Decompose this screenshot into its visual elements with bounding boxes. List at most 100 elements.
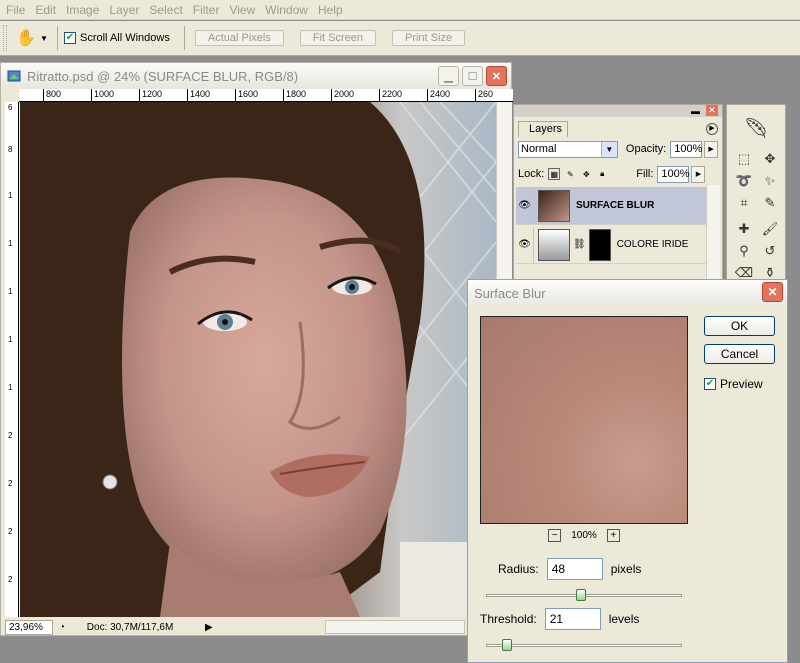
menu-view[interactable]: View [225,3,261,17]
lock-transparency-icon[interactable]: ▦ [548,168,561,180]
zoom-in-button[interactable]: + [606,528,620,542]
threshold-slider-thumb[interactable] [502,639,512,651]
document-title: Ritratto.psd @ 24% (SURFACE BLUR, RGB/8) [27,68,299,84]
threshold-unit: levels [608,612,640,626]
move-tool-icon[interactable]: ✥ [759,149,781,169]
fill-field[interactable]: 100% [657,165,690,183]
actual-pixels-button[interactable]: Actual Pixels [194,30,284,46]
radius-slider[interactable] [486,589,682,601]
menu-filter[interactable]: Filter [189,3,226,17]
panel-menu-icon[interactable]: ▶ [706,123,718,135]
layers-scrollbar[interactable] [706,185,720,285]
crop-tool-icon[interactable]: ⌗ [733,193,755,213]
ruler-vertical-ticks: 6 8 1 1 1 1 1 2 2 2 2 [8,103,13,584]
document-title-bar[interactable]: Ritratto.psd @ 24% (SURFACE BLUR, RGB/8)… [1,63,511,89]
scroll-all-windows-checkbox[interactable]: ✔ [64,32,76,44]
dialog-title: Surface Blur [474,285,546,301]
options-bar: ✋ ▼ ✔ Scroll All Windows Actual Pixels Fi… [0,21,800,56]
close-button[interactable]: ✕ [486,66,507,86]
history-brush-icon[interactable]: ↺ [759,241,781,261]
radius-input[interactable]: 48 [546,558,603,580]
ruler-label: 6 [8,103,13,112]
clone-stamp-icon[interactable]: ⚲ [733,241,755,261]
ruler-horizontal[interactable]: 800 1000 1200 1400 1600 1800 2000 2200 2… [19,89,513,102]
zoom-out-button[interactable]: − [548,528,562,542]
mask-thumbnail[interactable] [588,228,611,261]
menu-file[interactable]: File [2,3,31,17]
dialog-close-button[interactable]: ✕ [762,282,783,302]
menu-help[interactable]: Help [314,3,349,17]
dialog-title-bar[interactable]: Surface Blur ✕ [468,280,787,306]
opacity-label: Opacity: [625,143,667,155]
marquee-tool-icon[interactable]: ⬚ [733,149,755,169]
tab-layers[interactable]: Layers [518,121,568,137]
lock-all-icon[interactable]: 🔒︎ [596,168,608,180]
maximize-button[interactable]: ☐ [462,66,483,86]
brush-tool-icon[interactable]: 🖌︎ [759,219,781,239]
healing-brush-icon[interactable]: ✚ [733,219,755,239]
fit-screen-button[interactable]: Fit Screen [299,30,376,46]
preview-checkbox[interactable]: ✔ [704,378,716,390]
layers-panel-header[interactable]: ▬ ✕ [514,105,722,117]
menu-image[interactable]: Image [62,3,105,17]
filter-preview[interactable] [480,316,688,524]
document-horizontal-scrollbar[interactable] [325,620,465,634]
ruler-label: 1800 [283,89,306,101]
ruler-label: 260 [475,89,493,101]
lock-move-icon[interactable]: ✥ [580,168,592,180]
chain-link-icon[interactable]: ⛓ [573,239,586,250]
status-arrow-icon[interactable]: ▶ [205,622,213,633]
adjustment-thumbnail [538,228,570,261]
eye-icon[interactable]: 👁︎ [516,226,534,263]
opacity-slider-button[interactable]: ▶ [704,140,718,158]
ruler-label: 2 [8,527,13,536]
preview-zoom-level: 100% [571,529,597,541]
magic-wand-icon[interactable]: ✨︎ [759,171,781,191]
doc-size-info[interactable]: Doc: 30,7M/117,6M [65,622,195,633]
fill-label: Fill: [636,168,654,180]
minimize-button[interactable]: ▁ [438,66,459,86]
divider [183,26,185,50]
scroll-all-windows-label: Scroll All Windows [80,32,170,44]
menu-window[interactable]: Window [261,3,314,17]
lock-brush-icon[interactable]: ✎ [564,168,576,180]
ok-button[interactable]: OK [704,316,775,336]
portrait-image [20,102,496,617]
preview-zoom-controls: − 100% + [480,528,688,542]
eye-icon[interactable]: 👁︎ [516,187,534,224]
ruler-label: 1 [8,383,13,392]
threshold-slider[interactable] [486,639,682,651]
image-canvas[interactable] [20,102,496,617]
photoshop-doc-icon [7,70,21,82]
menu-select[interactable]: Select [145,3,188,17]
chevron-down-icon: ▼ [600,141,617,157]
layer-row-colore-iride[interactable]: 👁︎ ⛓ COLORE IRIDE [516,226,710,264]
hand-icon[interactable]: ✋ ▼ [13,25,51,51]
threshold-label: Threshold: [480,612,537,626]
menu-layer[interactable]: Layer [105,3,145,17]
ruler-vertical[interactable]: 6 8 1 1 1 1 1 2 2 2 2 [5,102,19,617]
close-icon[interactable]: ✕ [706,105,718,116]
radius-row: Radius: 48 pixels [498,558,641,580]
minimize-icon[interactable]: ▬ [691,106,700,116]
ruler-label: 1 [8,335,13,344]
threshold-input[interactable]: 21 [544,608,601,630]
fill-slider-button[interactable]: ▶ [691,165,706,183]
zoom-field[interactable]: 23,96% [5,619,53,635]
ruler-label: 1400 [187,89,210,101]
lock-fill-row: Lock: ▦ ✎ ✥ 🔒︎ Fill: 100% ▶ [518,165,718,183]
preview-checkbox-row: ✔ Preview [704,377,763,391]
cancel-button[interactable]: Cancel [704,344,775,364]
print-size-button[interactable]: Print Size [391,30,466,46]
layer-row-surface-blur[interactable]: 👁︎ SURFACE BLUR [516,187,710,225]
blend-mode-select[interactable]: Normal ▼ [518,140,618,158]
options-bar-grip[interactable] [3,25,7,51]
ruler-label: 1000 [91,89,114,101]
ruler-label: 800 [43,89,61,101]
opacity-field[interactable]: 100% [670,140,702,158]
ruler-label: 2 [8,575,13,584]
lasso-tool-icon[interactable]: ➰ [733,171,755,191]
radius-slider-thumb[interactable] [576,589,586,601]
slice-tool-icon[interactable]: ✎ [759,193,781,213]
menu-edit[interactable]: Edit [31,3,62,17]
